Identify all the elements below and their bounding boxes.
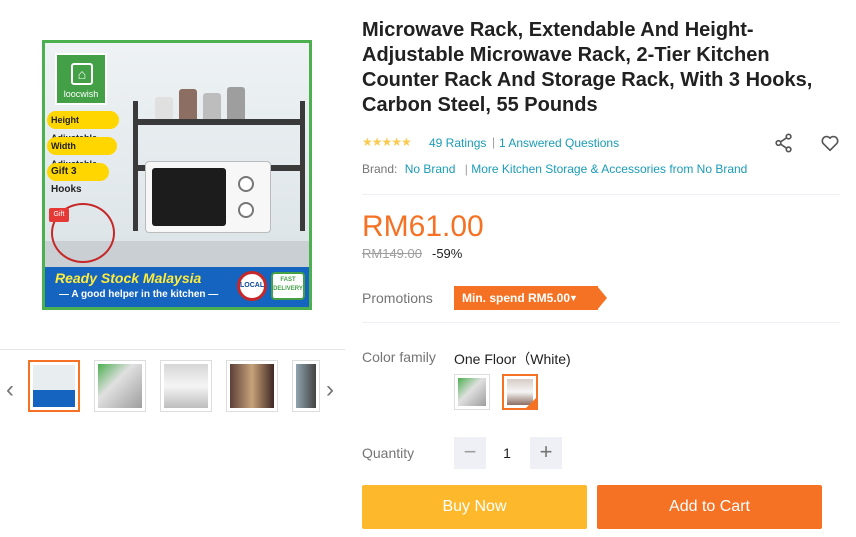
jars-graphic bbox=[155, 83, 265, 119]
product-title: Microwave Rack, Extendable And Height-Ad… bbox=[362, 19, 813, 116]
house-icon: ⌂ bbox=[71, 63, 93, 85]
quantity-decrease-button[interactable]: − bbox=[454, 437, 486, 469]
star-rating-icon: ★★★★★ bbox=[362, 135, 412, 149]
quantity-label: Quantity bbox=[362, 445, 415, 461]
feature-pill-gift: Gift 3 Hooks bbox=[47, 163, 109, 195]
rack-shelf-top bbox=[133, 119, 305, 125]
tag-notch bbox=[597, 286, 607, 310]
rack-leg bbox=[133, 101, 138, 231]
discount-percent: -59% bbox=[432, 246, 463, 261]
answered-questions-link[interactable]: 1 Answered Questions bbox=[499, 136, 619, 150]
product-info: Microwave Rack, Extendable And Height-Ad… bbox=[362, 0, 842, 529]
fast-delivery-badge: FAST DELIVERY bbox=[271, 272, 305, 300]
add-to-cart-button[interactable]: Add to Cart bbox=[597, 485, 822, 529]
color-family-label: Color family bbox=[362, 349, 436, 365]
chevron-left-icon[interactable]: ‹ bbox=[6, 376, 14, 404]
microwave-graphic bbox=[145, 161, 271, 233]
feature-pill-height: Height Adjustable bbox=[47, 111, 119, 143]
gift-tag: Gift bbox=[49, 208, 69, 222]
separator: | bbox=[492, 135, 496, 149]
image-banner: Ready Stock Malaysia — A good helper in … bbox=[45, 267, 309, 307]
chevron-right-icon[interactable]: › bbox=[326, 376, 334, 404]
microwave-door bbox=[152, 168, 226, 226]
local-badge: LOCAL bbox=[237, 271, 267, 301]
separator: | bbox=[464, 162, 468, 176]
thumbnail-3[interactable] bbox=[160, 360, 212, 412]
thumbnail-5[interactable] bbox=[292, 360, 320, 412]
more-from-brand-link[interactable]: More Kitchen Storage & Accessories from … bbox=[471, 162, 747, 176]
caret-down-icon: ▼ bbox=[569, 293, 578, 303]
main-product-image[interactable]: ⌂ loocwish Height Adjustable Width Adjus… bbox=[42, 40, 312, 310]
brand-logo-text: loocwish bbox=[63, 89, 99, 99]
brand-link[interactable]: No Brand bbox=[405, 162, 456, 176]
thumbnail-2[interactable] bbox=[94, 360, 146, 412]
share-icon[interactable] bbox=[773, 132, 795, 154]
selected-color: One Floor（White) bbox=[454, 351, 571, 367]
microwave-knob bbox=[238, 176, 254, 192]
ratings-link[interactable]: 49 Ratings bbox=[429, 136, 486, 150]
brand-label: Brand: bbox=[362, 162, 398, 176]
thumbnail-strip: ‹ › bbox=[0, 349, 345, 424]
brand-row: Brand: No Brand | More Kitchen Storage &… bbox=[362, 162, 747, 176]
quantity-input[interactable]: 1 bbox=[486, 437, 528, 469]
color-swatch-1[interactable] bbox=[454, 374, 490, 410]
thumbnail-1[interactable] bbox=[28, 360, 80, 412]
quantity-increase-button[interactable]: + bbox=[530, 437, 562, 469]
color-swatch-2[interactable] bbox=[502, 374, 538, 410]
divider bbox=[362, 194, 840, 195]
microwave-knob bbox=[238, 202, 254, 218]
original-price: RM149.00 bbox=[362, 246, 422, 261]
brand-logo: ⌂ loocwish bbox=[55, 53, 107, 105]
promotion-text: Min. spend RM5.00 bbox=[462, 291, 571, 305]
rack-leg bbox=[300, 101, 305, 231]
promotions-label: Promotions bbox=[362, 290, 433, 306]
buy-now-button[interactable]: Buy Now bbox=[362, 485, 587, 529]
thumbnail-4[interactable] bbox=[226, 360, 278, 412]
banner-title: Ready Stock Malaysia bbox=[55, 270, 202, 286]
promotion-tag[interactable]: Min. spend RM5.00 ▼ bbox=[454, 286, 607, 310]
selected-check-icon bbox=[525, 397, 537, 409]
divider bbox=[362, 322, 840, 323]
current-price: RM61.00 bbox=[362, 210, 484, 243]
banner-subtitle: — A good helper in the kitchen — bbox=[59, 289, 219, 300]
feature-pill-width: Width Adjustable bbox=[47, 137, 117, 169]
product-gallery: ⌂ loocwish Height Adjustable Width Adjus… bbox=[0, 0, 345, 537]
heart-icon[interactable] bbox=[819, 132, 841, 154]
